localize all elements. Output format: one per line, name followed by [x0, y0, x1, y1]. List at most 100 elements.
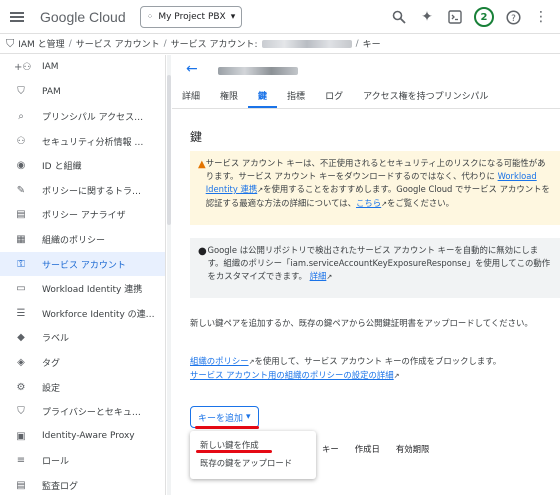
breadcrumb: ⛉ IAM と管理 / サービス アカウント / サービス アカウント: / キ… — [0, 34, 560, 54]
list-icon: ▦ — [16, 233, 26, 245]
project-name: My Project PBX — [158, 11, 226, 22]
info-banner: ● Google は公開リポジトリで検出されたサービス アカウント キーを自動的… — [190, 238, 560, 298]
sidebar-item-label: ID と組織 — [42, 162, 82, 173]
add-key-button[interactable]: キーを追加 ▾ — [190, 406, 259, 428]
roles-icon: ≡ — [16, 455, 26, 467]
sidebar-item-label: ポリシー アナライザ — [42, 211, 126, 222]
id-icon: ◉ — [16, 160, 26, 172]
wrench-icon: ✎ — [16, 184, 26, 196]
page-title: 鍵 — [190, 130, 203, 144]
warning-banner: ▲ サービス アカウント キーは、不正使用されるとセキュリティ上のリスクになる可… — [190, 151, 560, 225]
sidebar-item-label: 監査ログ — [42, 481, 79, 492]
breadcrumb-service-accounts[interactable]: サービス アカウント — [76, 37, 160, 50]
table-header-cell[interactable]: 作成日 — [355, 443, 380, 455]
proxy-icon: ▣ — [16, 430, 26, 442]
red-underline-annotation — [195, 426, 259, 429]
sidebar-item-label: Workforce Identity の連… — [42, 309, 155, 320]
audit-icon: ▤ — [16, 479, 26, 491]
sidebar-item-label: セキュリティ分析情報 … — [42, 137, 144, 148]
chevron-down-icon: ▾ — [246, 412, 251, 422]
more-vert-icon[interactable]: ⋮ — [532, 8, 550, 26]
breadcrumb-key: キー — [362, 40, 381, 50]
tab[interactable]: 権限 — [210, 87, 248, 108]
sidebar-item-label: 設定 — [42, 383, 61, 394]
sidebar-item[interactable]: ⌕ プリンシパル アクセス… — [0, 104, 165, 129]
table-header-cell[interactable]: キー — [322, 443, 339, 455]
tab-bar: 詳細 権限鍵指標 ログ アクセス権を持つプリンシパル — [172, 87, 560, 109]
document-search-icon: ▤ — [16, 209, 26, 221]
sidebar-item[interactable]: ▤ 監査ログ — [0, 473, 165, 498]
google-cloud-logo[interactable]: Google Cloud — [40, 9, 126, 25]
person-add-icon: +⚇ — [14, 61, 32, 73]
tab[interactable]: アクセス権を持つプリンシパル — [353, 87, 498, 108]
breadcrumb-service-account[interactable]: サービス アカウント: — [171, 37, 258, 50]
search-icon[interactable] — [390, 8, 408, 26]
service-account-icon: ⚿ — [17, 258, 25, 270]
tab[interactable]: 指標 — [277, 87, 315, 108]
sidebar-item[interactable]: ✎ ポリシーに関するトラ… — [0, 178, 165, 203]
learn-more-link[interactable]: 詳細 — [310, 271, 327, 281]
sidebar-item-label: プリンシパル アクセス… — [42, 112, 144, 123]
shield-icon: ⛉ — [17, 86, 25, 98]
sidebar-item[interactable]: ⛉ プライバシーとセキュ… — [0, 399, 165, 424]
details-link[interactable]: こちら — [356, 198, 381, 208]
sidebar-item[interactable]: ◉ ID と組織 — [0, 153, 165, 178]
red-underline-annotation — [196, 450, 272, 453]
external-link-icon: ↗ — [393, 372, 400, 380]
warning-text: サービス アカウント キーは、不正使用されるとセキュリティ上のリスクになる可能性… — [205, 158, 550, 208]
list-lines-icon: ☰ — [16, 307, 26, 319]
cloud-shell-icon[interactable] — [446, 8, 464, 26]
sidebar-item[interactable]: ⚿ サービス アカウント — [0, 251, 165, 277]
sidebar-item[interactable]: ☰ Workforce Identity の連… — [0, 301, 165, 326]
sidebar-item[interactable]: ▭ Workload Identity 連携 — [0, 276, 165, 301]
sidebar-item-label: PAM — [42, 86, 61, 97]
search-person-icon: ⌕ — [18, 110, 24, 122]
sidebar-item[interactable]: +⚇ IAM — [0, 55, 165, 80]
tag-icon: ◈ — [17, 356, 25, 368]
tab[interactable]: ログ — [315, 87, 353, 108]
sidebar-item[interactable]: ⚇ セキュリティ分析情報 … — [0, 129, 165, 154]
sidebar-item-label: プライバシーとセキュ… — [42, 408, 141, 419]
breadcrumb-iam[interactable]: IAM と管理 — [18, 37, 64, 50]
chevron-down-icon: ▾ — [230, 11, 236, 22]
sidebar-item[interactable]: ⛉ PAM — [0, 80, 165, 105]
top-bar: Google Cloud ⁘ My Project PBX ▾ ✦ 2 ? ⋮ — [0, 0, 560, 34]
policy-details-link[interactable]: サービス アカウント用の組織のポリシーの設定の詳細 — [190, 370, 394, 380]
project-picker[interactable]: ⁘ My Project PBX ▾ — [139, 5, 243, 28]
keys-table-header: キー 作成日 有効期限 — [322, 443, 429, 455]
sidebar-item-label: Identity-Aware Proxy — [42, 431, 135, 442]
notification-badge[interactable]: 2 — [474, 7, 494, 27]
info-icon: ● — [198, 246, 207, 257]
sidebar-item[interactable]: ⚙ 設定 — [0, 375, 165, 400]
logo-cloud: Cloud — [89, 8, 126, 25]
sidebar-scrollbar[interactable] — [167, 55, 171, 495]
gear-icon: ⚙ — [16, 381, 26, 393]
sidebar: +⚇ IAM ⛉ PAM ⌕ プリンシパル アクセス… ⚇ セキュリティ分析情報 … ◉ ID と… — [0, 55, 166, 495]
back-arrow-icon[interactable]: ← — [186, 61, 198, 77]
external-link-icon: ↗ — [326, 273, 333, 281]
svg-text:?: ? — [511, 13, 516, 23]
project-icon: ⁘ — [146, 12, 154, 21]
gemini-sparkle-icon[interactable]: ✦ — [418, 8, 436, 26]
people-icon: ⚇ — [16, 135, 26, 147]
shield-icon: ⛉ — [6, 36, 15, 50]
table-header-cell[interactable]: 有効期限 — [396, 443, 430, 455]
sidebar-item-label: サービス アカウント — [42, 260, 126, 271]
sidebar-item[interactable]: ◈ タグ — [0, 350, 165, 375]
tab[interactable]: 詳細 — [172, 87, 210, 108]
sidebar-item[interactable]: ≡ ロール — [0, 449, 165, 474]
org-policy-link[interactable]: 組織のポリシー — [190, 356, 249, 366]
tab[interactable]: 鍵 — [248, 87, 278, 108]
sidebar-item[interactable]: ▦ 組織のポリシー — [0, 227, 165, 252]
info-text: Google は公開リポジトリで検出されたサービス アカウント キーを自動的に無… — [207, 245, 551, 281]
menu-item-upload-existing-key[interactable]: 既存の鍵をアップロード — [190, 454, 316, 472]
help-icon[interactable]: ? — [504, 8, 522, 26]
warning-icon: ▲ — [198, 159, 206, 170]
workload-icon: ▭ — [16, 283, 26, 295]
menu-icon[interactable] — [10, 10, 24, 24]
sidebar-item-label: タグ — [42, 358, 61, 369]
sidebar-item[interactable]: ▤ ポリシー アナライザ — [0, 203, 165, 228]
sidebar-item[interactable]: ▣ Identity-Aware Proxy — [0, 424, 165, 449]
main-content: ← 詳細 権限鍵指標 ログ アクセス権を持つプリンシパル 鍵 ▲ サービス アカウント… — [172, 55, 560, 495]
sidebar-item[interactable]: ◆ ラベル — [0, 326, 165, 351]
